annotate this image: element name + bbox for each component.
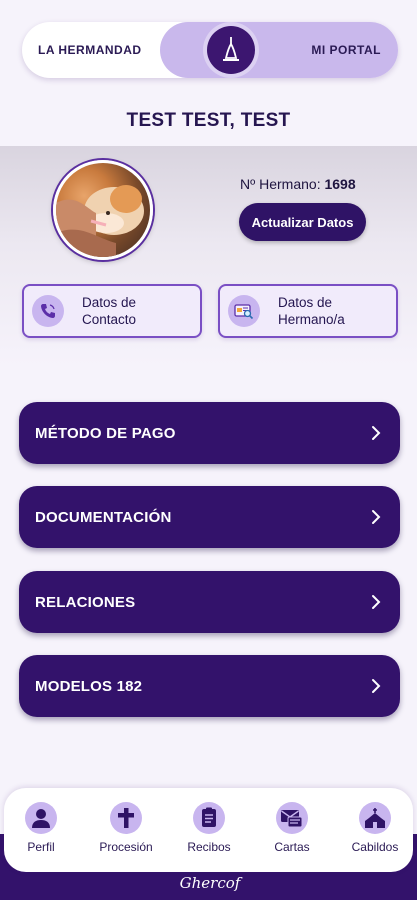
church-icon-badge <box>359 802 391 834</box>
phone-icon-badge <box>32 295 64 327</box>
receipt-icon-badge <box>193 802 225 834</box>
portal-screen: LA HERMANDAD MI PORTAL TEST TEST, TEST N… <box>0 0 417 900</box>
receipt-icon <box>202 807 216 827</box>
documentation-button[interactable]: DOCUMENTACIÓN <box>19 486 400 548</box>
member-name: TEST TEST, TEST <box>126 110 291 131</box>
relations-button[interactable]: RELACIONES <box>19 571 400 633</box>
payment-method-label: MÉTODO DE PAGO <box>35 424 176 442</box>
payment-method-button[interactable]: MÉTODO DE PAGO <box>19 402 400 464</box>
chevron-right-icon <box>372 679 381 693</box>
nav-item-cabildos[interactable]: Cabildos <box>335 802 415 854</box>
nav-label-cartas: Cartas <box>274 840 310 854</box>
chevron-right-icon <box>372 595 381 609</box>
member-data-card[interactable]: Datos de Hermano/a <box>218 284 398 338</box>
nav-item-cartas[interactable]: Cartas <box>252 802 332 854</box>
documentation-label: DOCUMENTACIÓN <box>35 508 172 526</box>
toggle-option-hermandad[interactable]: LA HERMANDAD <box>38 22 142 78</box>
cross-icon-badge <box>110 802 142 834</box>
update-data-button[interactable]: Actualizar Datos <box>239 203 366 241</box>
nav-label-perfil: Perfil <box>27 840 55 854</box>
person-icon-badge <box>25 802 57 834</box>
section-toggle[interactable]: LA HERMANDAD MI PORTAL <box>22 22 398 78</box>
candle-icon <box>223 37 239 61</box>
member-number-value: 1698 <box>324 176 356 192</box>
nav-label-recibos: Recibos <box>187 840 231 854</box>
phone-icon <box>41 304 55 318</box>
letters-icon-badge <box>276 802 308 834</box>
models-182-button[interactable]: MODELOS 182 <box>19 655 400 717</box>
contact-data-label: Datos de Contacto <box>82 295 137 327</box>
relations-label: RELACIONES <box>35 593 136 611</box>
id-card-search-icon <box>234 304 254 320</box>
chevron-right-icon <box>372 510 381 524</box>
models-182-label: MODELOS 182 <box>35 677 143 695</box>
cross-icon <box>118 808 134 828</box>
nav-label-cabildos: Cabildos <box>351 840 399 854</box>
bottom-navigation: Perfil Procesión Recibos Cartas Cabildos <box>4 788 413 872</box>
nav-item-recibos[interactable]: Recibos <box>169 802 249 854</box>
nav-label-procesion: Procesión <box>99 840 153 854</box>
toggle-knob[interactable] <box>207 26 255 74</box>
id-card-icon-badge <box>228 295 260 327</box>
letters-icon <box>281 810 303 828</box>
nav-item-perfil[interactable]: Perfil <box>1 802 81 854</box>
member-data-label: Datos de Hermano/a <box>278 295 345 327</box>
toggle-option-mi-portal[interactable]: MI PORTAL <box>311 22 381 78</box>
nav-item-procesion[interactable]: Procesión <box>86 802 166 854</box>
chevron-right-icon <box>372 426 381 440</box>
member-number: Nº Hermano: 1698 <box>240 176 356 192</box>
member-number-label: Nº Hermano: <box>240 176 321 192</box>
contact-data-card[interactable]: Datos de Contacto <box>22 284 202 338</box>
person-icon <box>32 809 50 828</box>
avatar[interactable] <box>53 160 153 260</box>
brand-logo: Ghercof <box>179 874 241 892</box>
church-icon <box>365 808 385 828</box>
